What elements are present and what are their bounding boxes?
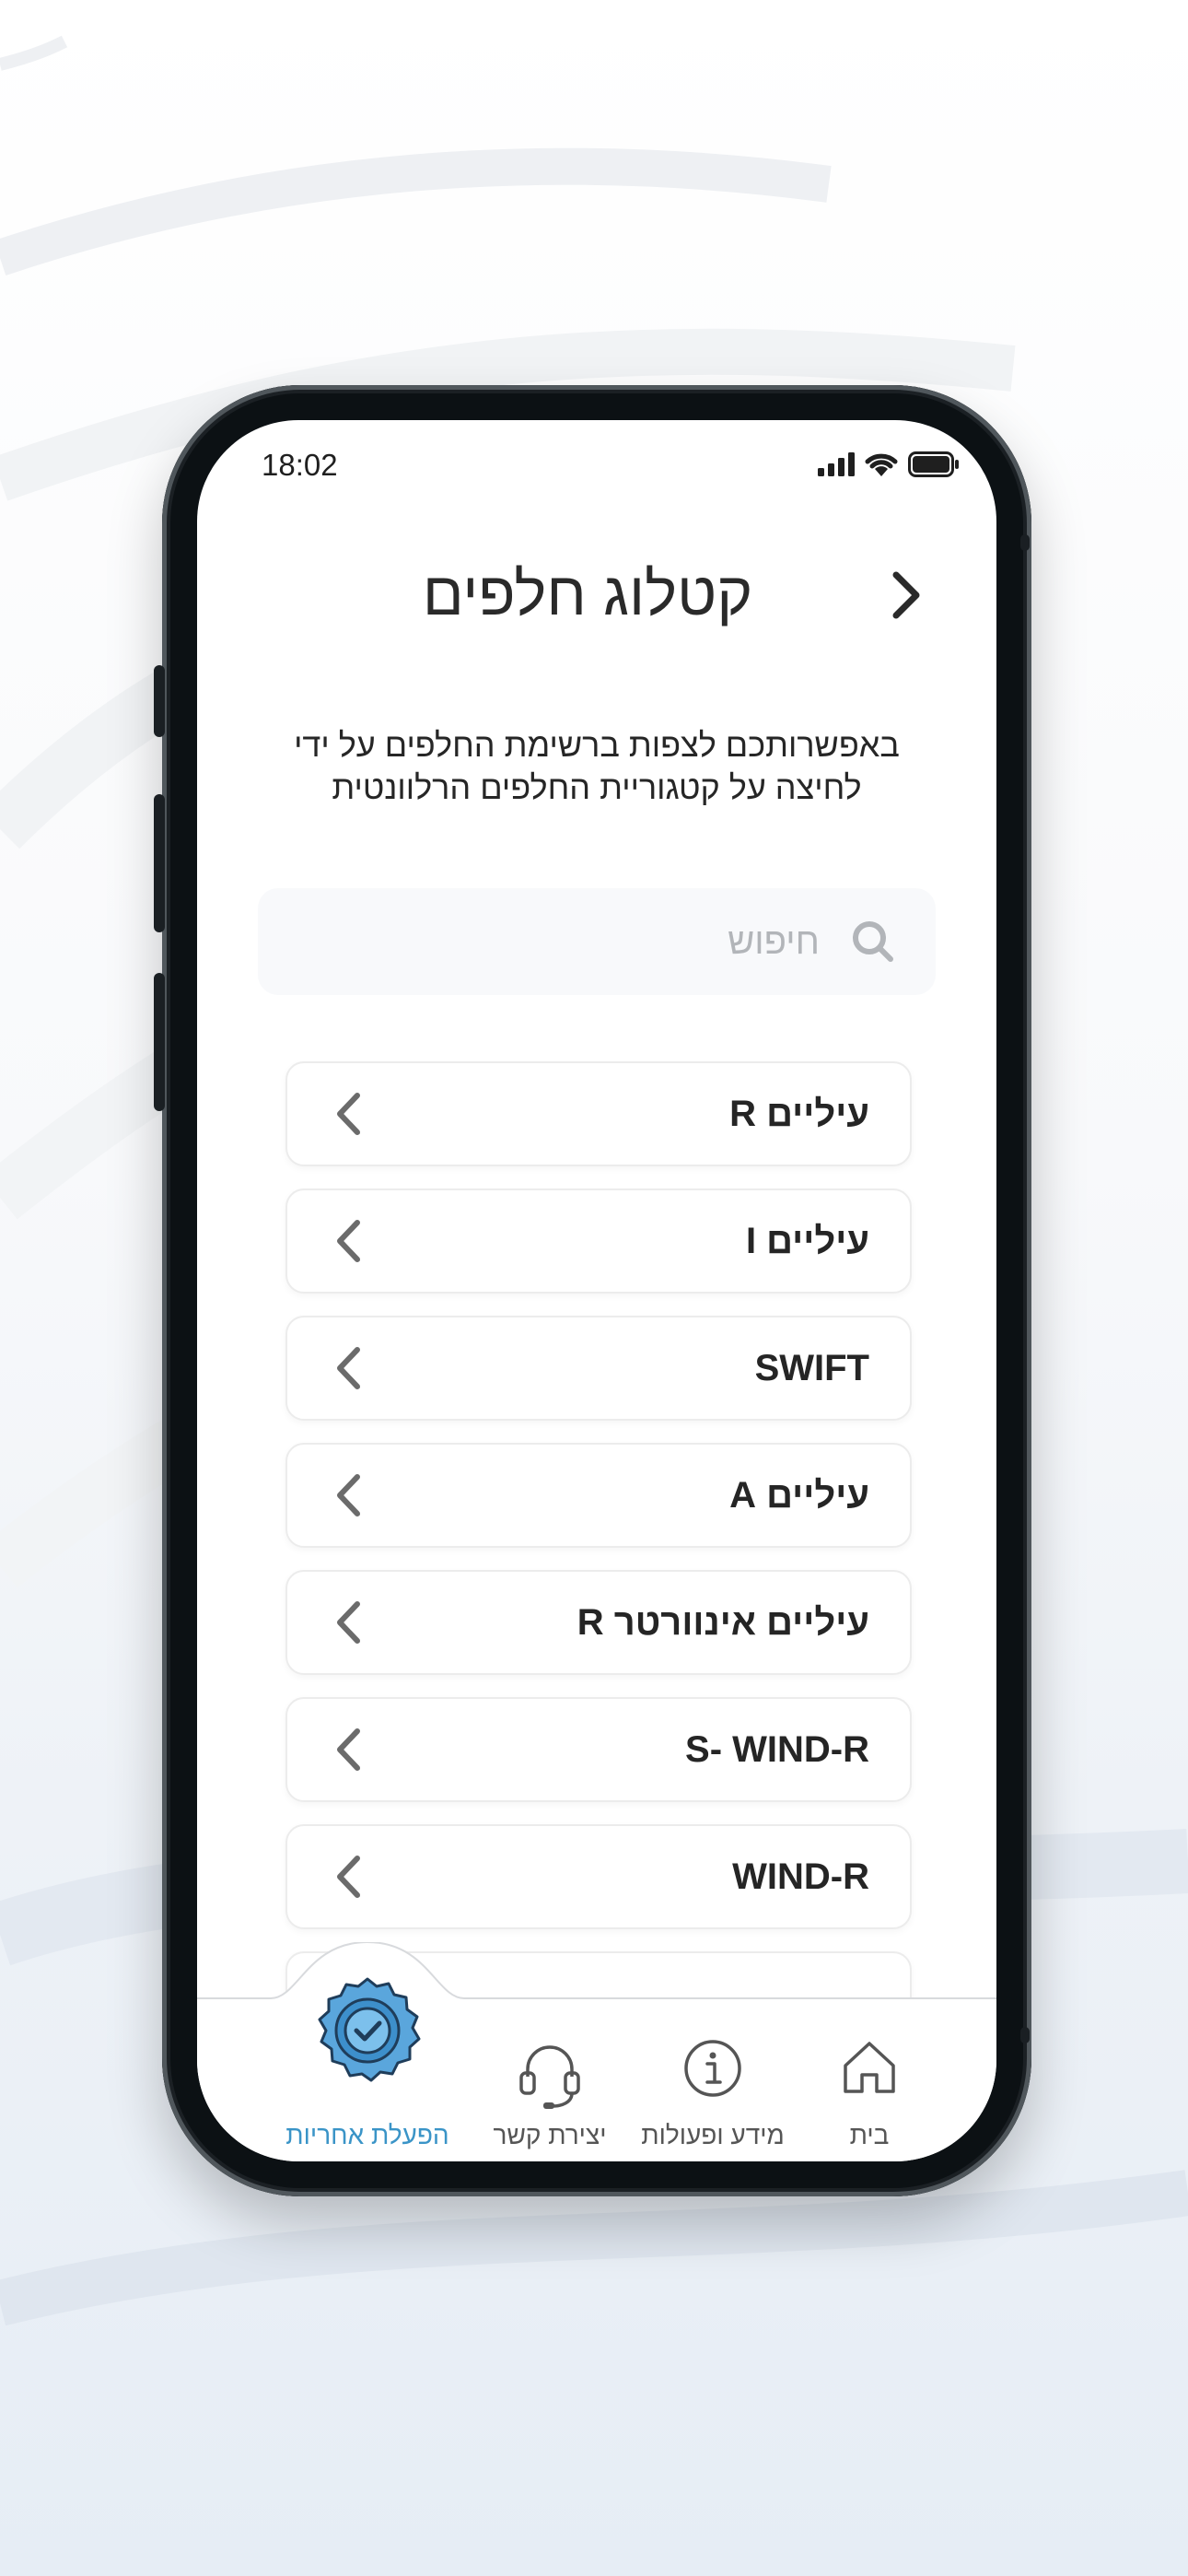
signal-icon (818, 452, 855, 476)
list-item[interactable]: עיליים I (285, 1188, 912, 1294)
volume-up-button (154, 794, 165, 932)
list-item[interactable]: עיליים A (285, 1443, 912, 1548)
page-title: קטלוג חלפים (422, 559, 753, 627)
list-item-label: S- WIND-R (685, 1728, 869, 1770)
volume-down-button (154, 973, 165, 1111)
list-item[interactable]: WIND-R (285, 1824, 912, 1929)
list-item-label: עיליים I (745, 1220, 869, 1261)
warranty-badge-icon (318, 1977, 421, 2082)
chevron-left-icon (330, 1853, 367, 1901)
list-item-label: עיליים A (729, 1474, 869, 1516)
app-screen: 18:02 קטלוג חלפים באפשרותכם לצפות ברשימת… (197, 420, 996, 2161)
intro-text: באפשרותכם לצפות ברשימת החלפים על ידי לחי… (271, 724, 923, 809)
intro-line-2: לחיצה על קטגוריית החלפים הרלוונטית (332, 768, 862, 806)
home-icon (844, 2042, 895, 2093)
status-time: 18:02 (262, 448, 338, 482)
chevron-left-icon (330, 1217, 367, 1265)
mute-switch (154, 665, 165, 737)
chevron-left-icon (330, 1471, 367, 1519)
list-item[interactable]: S- WIND-R (285, 1697, 912, 1802)
info-icon (684, 2040, 741, 2097)
search-input[interactable] (341, 920, 820, 963)
list-item[interactable]: עיליים R (285, 1061, 912, 1166)
chevron-left-icon (330, 1090, 367, 1138)
chevron-left-icon (330, 1726, 367, 1774)
chevron-left-icon (330, 1344, 367, 1392)
nav-label-contact: יצירת קשר (493, 2121, 607, 2149)
list-item-label: עיליים אינוורטר R (577, 1601, 869, 1643)
list-item[interactable]: SWIFT (285, 1316, 912, 1421)
power-button-lower (1020, 2027, 1030, 2043)
wifi-icon (865, 453, 898, 476)
list-item[interactable]: עיליים אינוורטר R (285, 1570, 912, 1675)
battery-icon (908, 451, 959, 477)
power-button (1020, 534, 1030, 551)
nav-label-home: בית (849, 2121, 890, 2149)
search-icon (845, 914, 901, 969)
list-item-label: WIND-R (732, 1856, 869, 1897)
search-bar[interactable] (258, 888, 936, 995)
list-item-label: עיליים R (729, 1093, 869, 1134)
nav-label-info: מידע ופעולות (641, 2121, 785, 2149)
nav-label-warranty: הפעלת אחריות (285, 2121, 449, 2149)
intro-line-1: באפשרותכם לצפות ברשימת החלפים על ידי (294, 726, 900, 764)
bottom-nav: הפעלת אחריות יצירת קשר מידע ופעולות בית (197, 1942, 996, 2161)
list-item-label: SWIFT (754, 1347, 869, 1388)
status-icons (818, 451, 960, 477)
headset-icon (519, 2045, 580, 2109)
chevron-left-icon (330, 1598, 367, 1646)
